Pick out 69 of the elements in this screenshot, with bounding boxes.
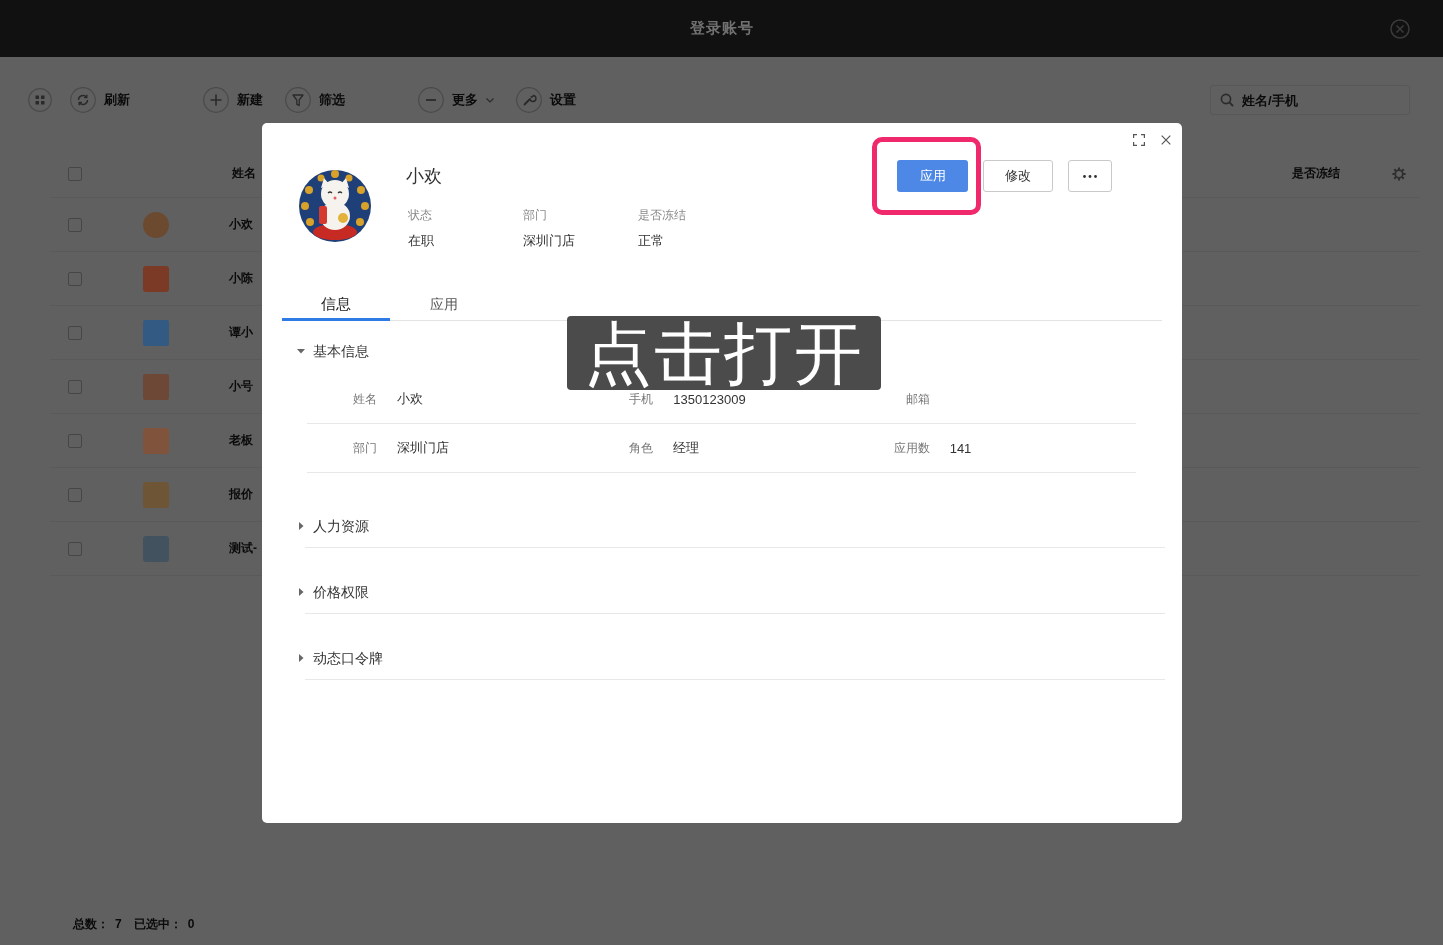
settings-icon[interactable] — [1392, 166, 1406, 181]
field-label: 角色 — [628, 439, 654, 457]
avatar-placeholder — [143, 481, 169, 508]
fullscreen-icon[interactable] — [1133, 133, 1145, 146]
column-header: 姓名 — [232, 165, 256, 182]
avatar-placeholder — [143, 211, 169, 238]
avatar-placeholder — [143, 535, 169, 562]
field-value: 正常 — [638, 232, 664, 250]
name-cell: 小号 — [229, 378, 253, 395]
section-header[interactable]: 人力资源 — [297, 517, 369, 535]
field-value: 经理 — [673, 439, 700, 457]
primary-button[interactable]: 应用 — [897, 160, 968, 192]
more-icon — [1083, 174, 1097, 178]
window-title: 登录账号 — [689, 19, 754, 38]
checkbox[interactable] — [68, 541, 82, 556]
avatar-placeholder — [143, 373, 169, 400]
action-button[interactable]: 修改 — [983, 160, 1053, 192]
more-button[interactable] — [1068, 160, 1112, 192]
search-icon — [1220, 93, 1234, 107]
column-header: 是否冻结 — [1292, 165, 1340, 182]
checkbox[interactable] — [68, 271, 82, 286]
name-cell: 小陈 — [229, 270, 253, 287]
field-label: 部门 — [523, 207, 547, 223]
field-label: 状态 — [408, 207, 432, 223]
checkbox[interactable] — [68, 379, 82, 394]
plus-icon — [203, 87, 229, 113]
field-label: 邮箱 — [904, 390, 930, 408]
checkbox[interactable] — [68, 325, 82, 340]
name-cell: 测试- — [229, 540, 257, 557]
filter-icon — [285, 87, 311, 113]
field-value: 深圳门店 — [523, 232, 575, 250]
minus-icon — [418, 87, 444, 113]
close-icon[interactable] — [1161, 134, 1171, 145]
avatar-placeholder — [143, 427, 169, 454]
checkbox[interactable] — [68, 433, 82, 448]
field-value: 在职 — [408, 232, 434, 250]
field-value: 1350123009 — [673, 391, 746, 407]
avatar-placeholder — [143, 265, 169, 292]
selected-label: 已选中： — [133, 915, 182, 933]
field-value: 141 — [949, 440, 972, 456]
avatar-placeholder — [143, 319, 169, 346]
section-header[interactable]: 基本信息 — [297, 342, 369, 360]
total-count: 7 — [115, 917, 122, 931]
name-cell: 谭小 — [229, 324, 253, 341]
tab[interactable]: 信息 — [282, 288, 390, 321]
name-cell: 报价 — [229, 486, 253, 503]
checkbox[interactable] — [68, 487, 82, 502]
total-label: 总数： — [73, 915, 109, 933]
selected-count: 0 — [187, 917, 195, 931]
field-value: 深圳门店 — [397, 439, 449, 457]
refresh-icon — [70, 87, 96, 113]
checkbox[interactable] — [68, 217, 82, 232]
grid-icon[interactable] — [28, 88, 52, 112]
name-cell: 小欢 — [229, 216, 253, 233]
section-header[interactable]: 动态口令牌 — [297, 649, 383, 667]
caption-overlay: 点击打开 — [567, 316, 881, 390]
tab[interactable]: 应用 — [390, 288, 498, 321]
field-label: 应用数 — [892, 439, 930, 457]
field-label: 是否冻结 — [638, 207, 686, 223]
field-label: 姓名 — [352, 390, 377, 408]
user-name: 小欢 — [406, 165, 442, 188]
field-label: 手机 — [628, 390, 654, 408]
name-cell: 老板 — [229, 432, 253, 449]
checkbox[interactable] — [68, 166, 82, 181]
search-field[interactable]: 姓名/手机 — [1210, 85, 1410, 115]
wrench-icon — [516, 87, 542, 113]
field-label: 部门 — [352, 439, 377, 457]
field-value: 小欢 — [397, 390, 423, 408]
section-header[interactable]: 价格权限 — [297, 583, 369, 601]
